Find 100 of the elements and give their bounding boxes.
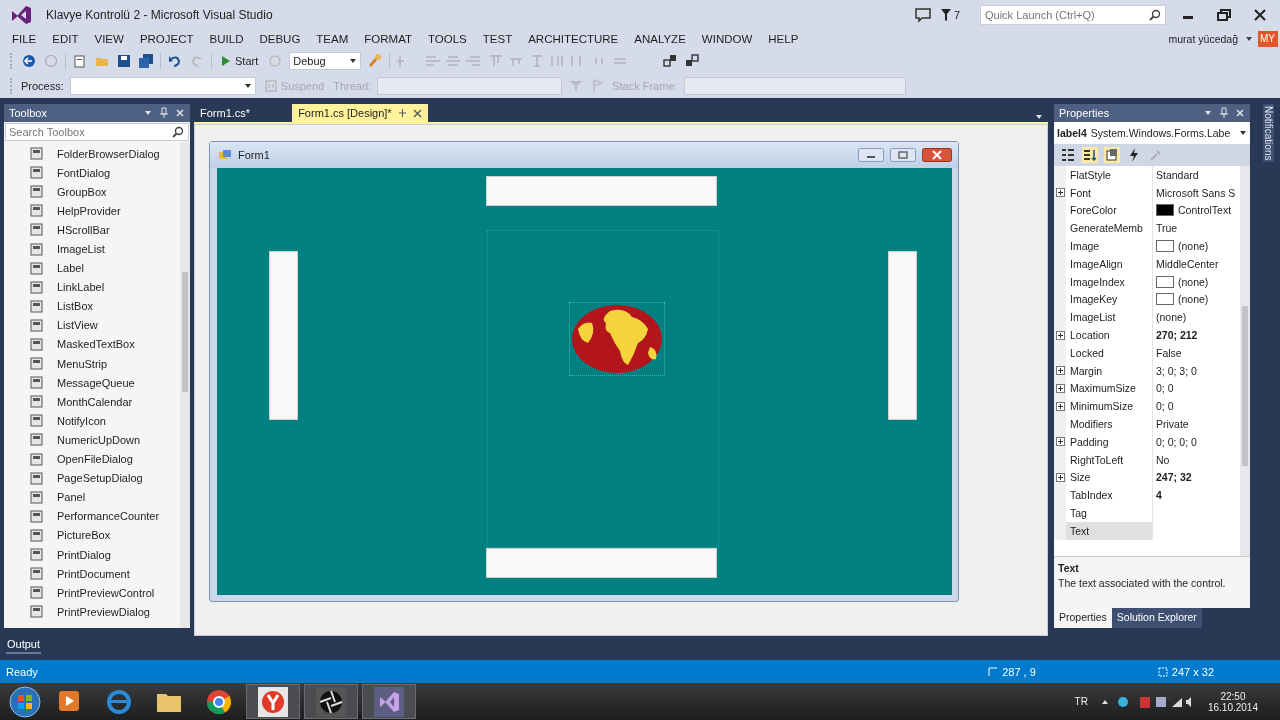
expand-icon[interactable]: [1055, 366, 1065, 376]
user-avatar[interactable]: MY: [1258, 31, 1278, 47]
toolbox-item[interactable]: ListBox: [4, 296, 180, 316]
property-row[interactable]: Size 247; 32: [1054, 468, 1240, 487]
speech-bubble-icon[interactable]: [913, 7, 932, 23]
panel-tab[interactable]: Solution Explorer: [1111, 608, 1202, 628]
toolbox-item[interactable]: PrintDocument: [4, 564, 180, 584]
menu-item[interactable]: WINDOW: [693, 33, 761, 45]
menu-item[interactable]: ANALYZE: [626, 33, 694, 45]
toolbox-item[interactable]: PrintPreviewControl: [4, 583, 180, 603]
toolbox-item[interactable]: PictureBox: [4, 525, 180, 545]
notification-button[interactable]: 7: [939, 8, 960, 22]
categorized-icon[interactable]: [1060, 147, 1076, 163]
toolbox-item[interactable]: FontDialog: [4, 163, 180, 183]
object-selector[interactable]: label4 System.Windows.Forms.Labe: [1054, 122, 1250, 144]
property-row[interactable]: GenerateMemb True: [1054, 219, 1240, 238]
clock[interactable]: 22:50 16.10.2014: [1207, 690, 1258, 713]
side-tab[interactable]: Notifications: [1262, 104, 1274, 163]
expand-icon[interactable]: [1055, 330, 1065, 340]
toolbox-item[interactable]: HScrollBar: [4, 220, 180, 240]
toolbox-item[interactable]: Panel: [4, 487, 180, 507]
property-row[interactable]: Text: [1054, 521, 1240, 540]
property-row[interactable]: TabIndex 4: [1054, 486, 1240, 505]
menu-item[interactable]: TEAM: [308, 33, 357, 45]
toolbox-item[interactable]: MaskedTextBox: [4, 334, 180, 355]
panel-tab[interactable]: Output: [6, 636, 42, 654]
property-row[interactable]: Location 270; 212: [1054, 326, 1240, 344]
toolbox-item[interactable]: ListView: [4, 315, 180, 335]
toolbox-item[interactable]: HelpProvider: [4, 201, 180, 221]
property-row[interactable]: ImageAlign MiddleCenter: [1054, 255, 1240, 273]
scroll-thumb[interactable]: [182, 272, 188, 392]
menu-item[interactable]: EDIT: [44, 33, 87, 45]
toolbox-item[interactable]: MonthCalendar: [4, 392, 180, 412]
property-row[interactable]: ImageKey (none): [1054, 290, 1240, 309]
panel-tab[interactable]: Properties: [1054, 608, 1112, 628]
toolbox-item[interactable]: GroupBox: [4, 182, 180, 202]
document-tab[interactable]: Form1.cs [Design]*: [292, 104, 428, 122]
bring-front-icon[interactable]: [684, 52, 701, 69]
property-row[interactable]: ForeColor ControlText: [1054, 201, 1240, 220]
property-row[interactable]: ImageList (none): [1054, 308, 1240, 327]
toolbox-item[interactable]: NotifyIcon: [4, 411, 180, 431]
expand-icon[interactable]: [1055, 437, 1065, 447]
menu-item[interactable]: BUILD: [201, 33, 252, 45]
scrollbar[interactable]: [1240, 166, 1250, 556]
toolbox-item[interactable]: PrintPreviewDialog: [4, 602, 180, 622]
property-row[interactable]: Padding 0; 0; 0; 0: [1054, 432, 1240, 451]
tab-order-icon[interactable]: [662, 52, 679, 69]
menu-item[interactable]: TOOLS: [420, 33, 475, 45]
expand-icon[interactable]: [1055, 188, 1065, 198]
expand-icon[interactable]: [1055, 401, 1065, 411]
scroll-thumb[interactable]: [1242, 306, 1248, 466]
save-icon[interactable]: [116, 52, 132, 69]
menu-item[interactable]: ARCHITECTURE: [520, 33, 627, 45]
property-row[interactable]: Locked False: [1054, 343, 1240, 362]
properties-icon[interactable]: [1104, 147, 1120, 163]
close-icon[interactable]: [412, 108, 422, 118]
alphabetical-icon[interactable]: [1082, 147, 1098, 163]
toolbox-item[interactable]: LinkLabel: [4, 277, 180, 297]
menu-item[interactable]: HELP: [760, 33, 807, 45]
start-button[interactable]: Start: [218, 53, 262, 68]
property-row[interactable]: Modifiers Private: [1054, 415, 1240, 433]
property-row[interactable]: Font Microsoft Sans S: [1054, 183, 1240, 202]
toolbox-item[interactable]: PageSetupDialog: [4, 468, 180, 488]
picture-box[interactable]: [569, 302, 665, 376]
toolbox-item[interactable]: FolderBrowserDialog: [4, 144, 180, 164]
property-row[interactable]: ImageIndex (none): [1054, 272, 1240, 291]
menu-item[interactable]: FILE: [4, 33, 45, 45]
menu-item[interactable]: FORMAT: [356, 33, 420, 45]
expand-icon[interactable]: [1055, 383, 1065, 393]
search-field[interactable]: Search Toolbox: [5, 123, 189, 141]
property-row[interactable]: FlatStyle Standard: [1054, 166, 1240, 184]
save-all-icon[interactable]: [138, 52, 154, 69]
toolbox-item[interactable]: OpenFileDialog: [4, 449, 180, 469]
property-row[interactable]: MaximumSize 0; 0: [1054, 379, 1240, 398]
menu-item[interactable]: VIEW: [86, 33, 132, 45]
language-indicator[interactable]: TR: [1074, 696, 1088, 707]
configuration-dropdown[interactable]: Debug: [289, 51, 362, 70]
expand-icon[interactable]: [1055, 472, 1065, 482]
new-project-icon[interactable]: [72, 52, 88, 69]
property-row[interactable]: RightToLeft No: [1054, 450, 1240, 469]
menu-item[interactable]: TEST: [474, 33, 521, 45]
property-row[interactable]: MinimumSize 0; 0: [1054, 397, 1240, 416]
toolbox-item[interactable]: Label: [4, 258, 180, 278]
caret-icon[interactable]: [1244, 35, 1254, 43]
document-tab[interactable]: Form1.cs*: [194, 104, 257, 122]
toolbox-item[interactable]: MessageQueue: [4, 373, 180, 393]
menu-item[interactable]: PROJECT: [131, 33, 202, 45]
menu-item[interactable]: DEBUG: [251, 33, 309, 45]
toolbox-item[interactable]: MenuStrip: [4, 354, 180, 374]
property-row[interactable]: Image (none): [1054, 237, 1240, 255]
user-name[interactable]: murat yücedağ: [1168, 33, 1238, 45]
quick-launch-field[interactable]: Quick Launch (Ctrl+Q): [980, 5, 1166, 25]
toolbox-item[interactable]: ImageList: [4, 239, 180, 259]
toolbox-item[interactable]: NumericUpDown: [4, 430, 180, 450]
property-row[interactable]: Tag: [1054, 504, 1240, 522]
toolbox-item[interactable]: PerformanceCounter: [4, 506, 180, 526]
start-orb-icon[interactable]: [8, 684, 42, 719]
toolbox-item[interactable]: PrintDialog: [4, 544, 180, 565]
scrollbar[interactable]: [180, 142, 190, 628]
property-row[interactable]: Margin 3; 0; 3; 0: [1054, 361, 1240, 380]
